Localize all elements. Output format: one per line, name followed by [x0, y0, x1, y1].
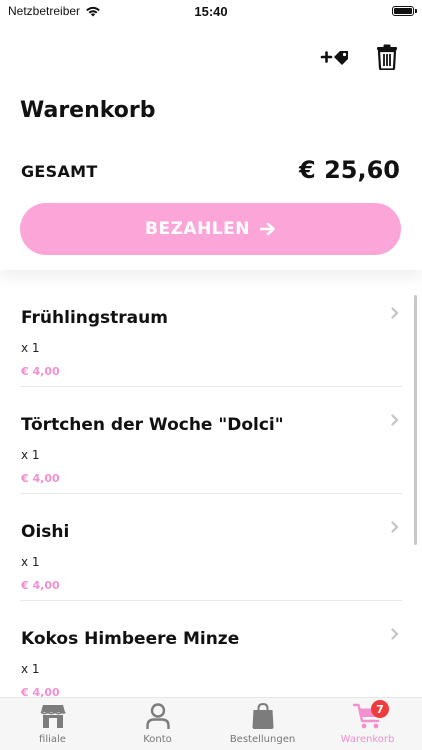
tab-label: filiale [39, 734, 66, 745]
add-voucher-icon [320, 51, 348, 65]
total-label: GESAMT [21, 162, 98, 181]
trash-icon [377, 44, 397, 70]
chevron-right-icon [388, 413, 402, 427]
cart-count-badge: 7 [371, 700, 389, 718]
item-quantity: x 1 [21, 448, 40, 462]
scrollbar[interactable] [414, 295, 417, 545]
user-icon [105, 702, 210, 730]
total-value: € 25,60 [299, 156, 400, 184]
item-name: Oishi [21, 522, 70, 542]
cart-item[interactable]: Oishi x 1 € 4,00 [20, 494, 402, 601]
cart-icon: 7 [315, 700, 420, 730]
tab-label: Konto [143, 734, 172, 745]
pay-button[interactable]: BEZAHLEN [20, 203, 401, 255]
status-bar: Netzbetreiber 15:40 [0, 0, 422, 26]
add-voucher-button[interactable] [320, 42, 350, 72]
item-price: € 4,00 [21, 365, 60, 378]
chevron-right-icon [388, 627, 402, 641]
tab-konto[interactable]: Konto [105, 702, 210, 745]
cart-item[interactable]: Frühlingstraum x 1 € 4,00 [20, 280, 402, 387]
cart-item[interactable]: Törtchen der Woche "Dolci" x 1 € 4,00 [20, 387, 402, 494]
item-quantity: x 1 [21, 341, 40, 355]
item-name: Kokos Himbeere Minze [21, 629, 240, 649]
tab-filiale[interactable]: filiale [0, 702, 105, 745]
item-price: € 4,00 [21, 579, 60, 592]
cart-item[interactable]: Kokos Himbeere Minze x 1 € 4,00 [20, 601, 402, 698]
delete-cart-button[interactable] [372, 42, 402, 72]
pay-button-label: BEZAHLEN [145, 219, 250, 239]
battery-icon [392, 6, 417, 16]
item-quantity: x 1 [21, 662, 40, 676]
cart-header: Warenkorb GESAMT € 25,60 BEZAHLEN [0, 26, 422, 270]
tab-label: Bestellungen [229, 734, 296, 745]
item-quantity: x 1 [21, 555, 40, 569]
header-actions [320, 42, 402, 72]
item-price: € 4,00 [21, 472, 60, 485]
cart-item-list: Frühlingstraum x 1 € 4,00 Törtchen der W… [0, 280, 422, 698]
tab-label: Warenkorb [340, 734, 395, 745]
tab-bestellungen[interactable]: Bestellungen [210, 702, 315, 745]
bag-icon [210, 702, 315, 730]
arrow-right-icon [259, 222, 275, 236]
chevron-right-icon [388, 306, 402, 320]
item-name: Törtchen der Woche "Dolci" [21, 415, 284, 435]
tab-warenkorb[interactable]: 7 Warenkorb [315, 700, 420, 745]
chevron-right-icon [388, 520, 402, 534]
shop-icon [0, 702, 105, 730]
status-time: 15:40 [194, 4, 228, 19]
tab-bar: filiale Konto Bestellungen 7 Warenkorb [0, 697, 422, 750]
item-name: Frühlingstraum [21, 308, 168, 328]
page-title: Warenkorb [20, 98, 156, 123]
